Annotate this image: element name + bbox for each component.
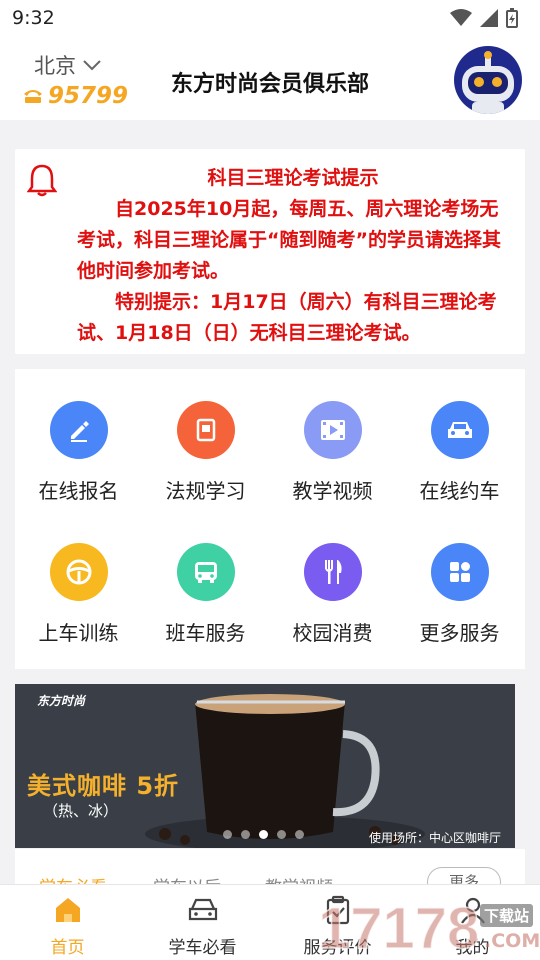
service-label: 校园消费 — [292, 621, 373, 645]
more-button[interactable]: 更多 — [427, 867, 501, 885]
watermark-domain: .COM — [484, 930, 540, 952]
watermark-brand: 17178 — [318, 896, 479, 960]
app-header: 北京 95799 东方时尚会员俱乐部 — [0, 36, 540, 120]
grid-icon — [430, 543, 489, 601]
car-icon — [135, 893, 270, 927]
banner-subtitle: （热、冰） — [43, 802, 119, 820]
service-label: 在线约车 — [419, 479, 500, 503]
notice-paragraph: 自2025年10月起，每周五、周六理论考场无考试，科目三理论属于“随到随考”的学… — [77, 198, 501, 282]
banner-headline: 美式咖啡 5折 — [27, 772, 180, 800]
status-bar: 9:32 — [0, 0, 540, 36]
nav-learning-must-see[interactable]: 学车必看 — [135, 893, 270, 958]
content-tabs: 学车必看 学车以后 教学视频 更多 — [15, 849, 525, 885]
promo-banner[interactable]: 东方时尚 美式咖啡 5折 （热、冰） 使用场所：中心区咖啡厅 — [15, 684, 515, 848]
service-label: 班车服务 — [165, 621, 246, 645]
watermark: 17178 下载站 .COM — [318, 890, 540, 960]
car-icon — [430, 401, 489, 459]
service-online-signup[interactable]: 在线报名 — [15, 401, 142, 504]
pen-icon — [49, 401, 108, 459]
service-label: 法规学习 — [165, 479, 246, 503]
notice-title: 科目三理论考试提示 — [207, 167, 379, 189]
service-grid: 在线报名 法规学习 教学视频 在线约车 上车训练 班车服务 校园消费 更多服务 — [15, 369, 525, 669]
book-icon — [176, 401, 235, 459]
carousel-dot[interactable] — [223, 830, 232, 839]
service-label: 在线报名 — [38, 479, 119, 503]
steering-wheel-icon — [49, 543, 108, 601]
carousel-dot[interactable] — [295, 830, 304, 839]
service-label: 上车训练 — [38, 621, 119, 645]
carousel-dots — [223, 830, 304, 839]
service-training[interactable]: 上车训练 — [15, 543, 142, 646]
nav-label: 首页 — [50, 938, 85, 958]
notice-body: 自2025年10月起，每周五、周六理论考场无考试，科目三理论属于“随到随考”的学… — [77, 194, 515, 349]
service-shuttle[interactable]: 班车服务 — [142, 543, 269, 646]
notice-card[interactable]: 科目三理论考试提示 自2025年10月起，每周五、周六理论考场无考试，科目三理论… — [15, 149, 525, 354]
carousel-dot-active[interactable] — [259, 830, 268, 839]
robot-icon — [462, 51, 514, 114]
battery-icon — [506, 8, 518, 28]
status-time: 9:32 — [12, 7, 55, 29]
carousel-dot[interactable] — [241, 830, 250, 839]
banner-footer-text: 使用场所：中心区咖啡厅 — [368, 831, 501, 845]
status-icons — [450, 8, 518, 28]
nav-home[interactable]: 首页 — [0, 893, 135, 958]
banner-logo: 东方时尚 — [37, 694, 86, 708]
bus-icon — [176, 543, 235, 601]
service-label: 更多服务 — [419, 621, 500, 645]
service-videos[interactable]: 教学视频 — [269, 401, 396, 504]
robot-avatar[interactable] — [454, 46, 522, 114]
service-booking[interactable]: 在线约车 — [396, 401, 523, 504]
fork-knife-icon — [303, 543, 362, 601]
wifi-icon — [450, 9, 472, 26]
nav-label: 学车必看 — [168, 938, 237, 958]
service-campus-spending[interactable]: 校园消费 — [269, 543, 396, 646]
service-regulations[interactable]: 法规学习 — [142, 401, 269, 504]
film-icon — [303, 401, 362, 459]
home-icon — [0, 893, 135, 927]
bell-icon — [27, 164, 57, 197]
notice-paragraph: 特别提示：1月17日（周六）有科目三理论考试、1月18日（日）无科目三理论考试。 — [77, 291, 497, 344]
carousel-dot[interactable] — [277, 830, 286, 839]
service-label: 教学视频 — [292, 479, 373, 503]
watermark-sub: 下载站 — [480, 904, 534, 927]
service-more[interactable]: 更多服务 — [396, 543, 523, 646]
signal-icon — [480, 9, 498, 27]
